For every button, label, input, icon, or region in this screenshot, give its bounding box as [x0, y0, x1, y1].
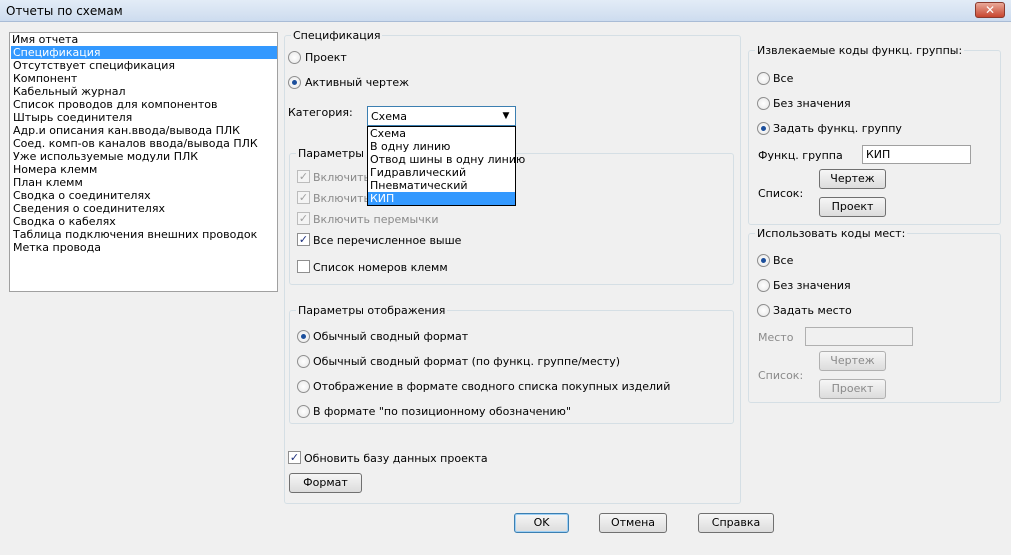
list-item[interactable]: Компонент — [11, 72, 277, 85]
location-no-value-radio[interactable] — [757, 279, 770, 292]
category-label: Категория: — [288, 106, 353, 119]
list-item[interactable]: Штырь соединителя — [11, 111, 277, 124]
category-value: Схема — [371, 110, 407, 123]
terminal-list-checkbox[interactable] — [297, 260, 310, 273]
report-list-header: Имя отчета — [12, 33, 79, 46]
location-legend: Использовать коды мест: — [757, 227, 906, 240]
include-2-checkbox[interactable]: ✓ — [297, 191, 310, 204]
location-input[interactable] — [805, 327, 913, 346]
location-no-value-label[interactable]: Без значения — [773, 279, 851, 292]
all-above-checkbox[interactable]: ✓ — [297, 233, 310, 246]
list-item[interactable]: Метка провода — [11, 241, 277, 254]
display-params-legend: Параметры отображения — [298, 304, 446, 317]
location-set-label[interactable]: Задать место — [773, 304, 852, 317]
include-jumpers-label: Включить перемычки — [313, 213, 439, 226]
location-project-button[interactable]: Проект — [819, 379, 886, 399]
func-group-all-label[interactable]: Все — [773, 72, 793, 85]
func-group-no-value-label[interactable]: Без значения — [773, 97, 851, 110]
project-radio[interactable] — [288, 51, 301, 64]
window-title: Отчеты по схемам — [6, 4, 123, 18]
display-option-4-label[interactable]: В формате "по позиционному обозначению" — [313, 405, 571, 418]
location-field-label: Место — [758, 331, 794, 344]
list-item[interactable]: Сведения о соединителях — [11, 202, 277, 215]
ok-button[interactable]: OK — [514, 513, 569, 533]
update-db-checkbox[interactable]: ✓ — [288, 451, 301, 464]
dropdown-option[interactable]: Отвод шины в одну линию — [368, 153, 525, 166]
category-dropdown[interactable]: Схема В одну линию Отвод шины в одну лин… — [367, 126, 525, 206]
category-combo[interactable]: Схема ▼ — [367, 106, 516, 126]
location-list-label: Список: — [758, 369, 804, 382]
list-item[interactable]: Соед. комп-ов каналов ввода/вывода ПЛК — [11, 137, 277, 150]
location-all-label[interactable]: Все — [773, 254, 793, 267]
list-item[interactable]: Кабельный журнал — [11, 85, 277, 98]
dropdown-option[interactable]: Схема — [368, 127, 515, 140]
chevron-down-icon[interactable]: ▼ — [498, 108, 514, 124]
spec-legend: Спецификация — [293, 29, 381, 42]
display-option-2-label[interactable]: Обычный сводный формат (по функц. группе… — [313, 355, 620, 368]
list-item[interactable]: Сводка о соединителях — [11, 189, 277, 202]
func-group-drawing-button[interactable]: Чертеж — [819, 169, 886, 189]
all-above-label[interactable]: Все перечисленное выше — [313, 234, 461, 247]
list-item[interactable]: Спецификация — [11, 46, 277, 59]
list-item[interactable]: Адр.и описания кан.ввода/вывода ПЛК — [11, 124, 277, 137]
list-item[interactable]: Отсутствует спецификация — [11, 59, 277, 72]
display-option-1-label[interactable]: Обычный сводный формат — [313, 330, 468, 343]
cancel-button[interactable]: Отмена — [599, 513, 667, 533]
func-group-project-button[interactable]: Проект — [819, 197, 886, 217]
dropdown-option[interactable]: Пневматический — [368, 179, 515, 192]
list-item[interactable]: Таблица подключения внешних проводок — [11, 228, 277, 241]
display-option-3-label[interactable]: Отображение в формате сводного списка по… — [313, 380, 670, 393]
func-group-set-radio[interactable] — [757, 122, 770, 135]
include-1-checkbox[interactable]: ✓ — [297, 170, 310, 183]
list-item[interactable]: Номера клемм — [11, 163, 277, 176]
location-drawing-button[interactable]: Чертеж — [819, 351, 886, 371]
help-button[interactable]: Справка — [698, 513, 774, 533]
terminal-list-label[interactable]: Список номеров клемм — [313, 261, 448, 274]
func-group-legend: Извлекаемые коды функц. группы: — [757, 44, 963, 57]
update-db-label[interactable]: Обновить базу данных проекта — [304, 452, 488, 465]
active-drawing-radio[interactable] — [288, 76, 301, 89]
func-group-set-label[interactable]: Задать функц. группу — [773, 122, 902, 135]
project-label[interactable]: Проект — [305, 51, 347, 64]
list-item[interactable]: Уже используемые модули ПЛК — [11, 150, 277, 163]
list-item[interactable]: Список проводов для компонентов — [11, 98, 277, 111]
display-option-2-radio[interactable] — [297, 355, 310, 368]
title-bar: Отчеты по схемам ✕ — [0, 0, 1011, 22]
format-button[interactable]: Формат — [289, 473, 362, 493]
func-group-list-label: Список: — [758, 187, 804, 200]
close-icon[interactable]: ✕ — [975, 2, 1005, 18]
func-group-field-label: Функц. группа — [758, 149, 843, 162]
func-group-input[interactable]: КИП — [862, 145, 971, 164]
include-jumpers-checkbox[interactable]: ✓ — [297, 212, 310, 225]
dropdown-option[interactable]: В одну линию — [368, 140, 515, 153]
func-group-all-radio[interactable] — [757, 72, 770, 85]
list-item[interactable]: Сводка о кабелях — [11, 215, 277, 228]
report-list[interactable]: Имя отчета Спецификация Отсутствует спец… — [9, 32, 278, 292]
display-option-1-radio[interactable] — [297, 330, 310, 343]
display-option-3-radio[interactable] — [297, 380, 310, 393]
dropdown-option[interactable]: Гидравлический — [368, 166, 515, 179]
func-group-no-value-radio[interactable] — [757, 97, 770, 110]
list-item[interactable]: План клемм — [11, 176, 277, 189]
dropdown-option[interactable]: КИП — [368, 192, 515, 205]
active-drawing-label[interactable]: Активный чертеж — [305, 76, 409, 89]
location-set-radio[interactable] — [757, 304, 770, 317]
location-all-radio[interactable] — [757, 254, 770, 267]
display-option-4-radio[interactable] — [297, 405, 310, 418]
